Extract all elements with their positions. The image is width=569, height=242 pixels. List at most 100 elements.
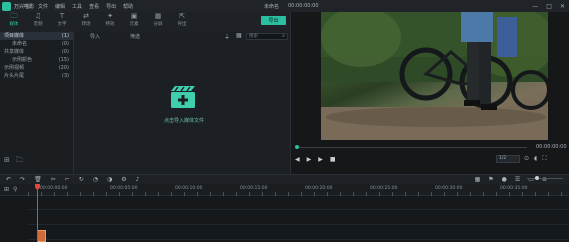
new-folder-icon[interactable]: ⊞ (4, 156, 10, 167)
library-item-sample-colors[interactable]: 示例颜色 (15) (0, 56, 73, 64)
import-dropdown[interactable]: 导入 (90, 33, 100, 40)
filter-icon[interactable]: ⏚ (224, 32, 230, 41)
playback-controls: ◀ ▶ ▶ ■ (295, 156, 336, 163)
ruler-label: 00:00:10:00 (175, 186, 203, 191)
title-bar: 万兴喵影 文件 编辑 工具 查看 导出 帮助 未命名 00:00:00:00 —… (0, 0, 569, 12)
tab-split-screen[interactable]: ▦ 分屏 (147, 12, 169, 32)
tab-transition[interactable]: ⇄ 转场 (75, 12, 97, 32)
zoom-slider-track[interactable] (527, 178, 563, 179)
rotate-icon[interactable]: ↻ (79, 176, 84, 183)
effects-icon: ✦ (107, 12, 113, 20)
export-button[interactable]: 导出 (261, 16, 286, 25)
library-item-count: (1) (61, 33, 69, 39)
tab-label: 文字 (57, 22, 67, 27)
volume-icon[interactable]: ◖ (534, 155, 537, 163)
stop-icon[interactable]: ■ (330, 156, 336, 163)
ruler-label: 00:00:00:00 (40, 186, 68, 191)
preview-tools: ⊙ ◖ ⛶ (524, 155, 546, 163)
filter-dropdown[interactable]: 筛选 (130, 33, 140, 40)
tab-media[interactable]: 🗀 媒体 (3, 12, 25, 32)
timeline-tracks[interactable] (0, 196, 569, 242)
marker-icon[interactable]: ⚑ (488, 176, 493, 183)
menu-export[interactable]: 导出 (106, 3, 116, 10)
transition-icon: ⇄ (83, 12, 89, 20)
video-track[interactable] (28, 196, 569, 210)
crop-icon[interactable]: ⌐ (65, 176, 70, 183)
minimize-icon[interactable]: — (532, 3, 538, 10)
library-item-shared-media[interactable]: 共享媒体 (0) (0, 48, 73, 56)
library-item-untitled[interactable]: 未命名 (0) (0, 40, 73, 48)
snapshot-icon[interactable]: ⊙ (524, 155, 529, 163)
tab-label: 转场 (81, 22, 91, 27)
media-view-icons: ⏚ ▦ (224, 32, 242, 41)
playback-scrubber-handle[interactable] (295, 145, 299, 149)
play-icon[interactable]: ▶ (307, 156, 312, 163)
library-item-label: 项目媒体 (4, 33, 25, 39)
timeline-clip[interactable] (37, 230, 46, 242)
delete-icon[interactable]: 🗑 (34, 176, 42, 183)
preview-quality-select[interactable]: 1/2 (496, 155, 520, 163)
tab-effects[interactable]: ✦ 特效 (99, 12, 121, 32)
media-toolbar: 🗀 媒体 ♫ 音频 T 文字 ⇄ 转场 ✦ 特效 ▣ 元素 ▦ 分屏 ⇱ 导出 (0, 12, 290, 32)
fullscreen-icon[interactable]: ⛶ (542, 155, 546, 163)
tab-export[interactable]: ⇱ 导出 (171, 12, 193, 32)
library-item-label: 片头片尾 (4, 73, 25, 79)
library-item-count: (0) (61, 49, 69, 55)
library-footer: ⊞ 🗀 (4, 156, 23, 167)
audio-icon[interactable]: ♪ (136, 176, 140, 183)
music-icon: ♫ (34, 12, 42, 20)
project-name: 未命名 (264, 3, 280, 10)
tab-label: 元素 (129, 22, 139, 27)
project-time: 00:00:00:00 (288, 3, 319, 9)
menu-view[interactable]: 查看 (89, 3, 99, 10)
ruler-label: 00:00:20:00 (305, 186, 333, 191)
menu-tools[interactable]: 工具 (72, 3, 82, 10)
import-hint[interactable]: 点击导入媒体文件 (134, 117, 234, 124)
import-media-icon[interactable] (169, 85, 197, 109)
library-item-intro-outro[interactable]: 片头片尾 (3) (0, 72, 73, 80)
library-item-project-media[interactable]: 项目媒体 (1) (0, 32, 73, 40)
undo-icon[interactable]: ↶ (6, 176, 11, 183)
video-preview[interactable] (321, 12, 548, 140)
playhead-line[interactable] (37, 184, 38, 242)
video-editor-window: 万兴喵影 文件 编辑 工具 查看 导出 帮助 未命名 00:00:00:00 —… (0, 0, 569, 242)
tab-audio[interactable]: ♫ 音频 (27, 12, 49, 32)
app-logo-icon (2, 1, 11, 11)
media-panel: 导入 筛选 ⏚ ▦ 搜索 ⌕ 点击导入媒体文件 (73, 32, 290, 174)
zoom-slider-handle[interactable] (535, 176, 539, 180)
window-controls: — □ ✕ (532, 3, 565, 10)
menu-edit[interactable]: 编辑 (55, 3, 65, 10)
link-icon[interactable]: ⚲ (13, 186, 17, 193)
grid-view-icon[interactable]: ▦ (236, 32, 242, 41)
mic-icon[interactable]: ● (502, 176, 507, 183)
video-track[interactable] (28, 211, 569, 225)
search-input[interactable]: 搜索 ⌕ (246, 33, 288, 40)
add-track-icon[interactable]: ⊞ (4, 186, 9, 193)
next-frame-icon[interactable]: ▶ (318, 156, 323, 163)
search-icon: ⌕ (282, 33, 285, 39)
adjust-icon[interactable]: ⚙ (121, 176, 126, 183)
speed-icon[interactable]: ◔ (93, 176, 98, 183)
mixer-icon[interactable]: ☰ (515, 176, 520, 183)
ruler-label: 00:00:05:00 (110, 186, 138, 191)
menu-help[interactable]: 帮助 (123, 3, 133, 10)
tab-label: 特效 (105, 22, 115, 27)
color-icon[interactable]: ◑ (107, 176, 112, 183)
previous-frame-icon[interactable]: ◀ (295, 156, 300, 163)
close-icon[interactable]: ✕ (560, 3, 565, 10)
playback-progress-track[interactable] (299, 147, 527, 148)
maximize-icon[interactable]: □ (546, 3, 552, 10)
tab-text[interactable]: T 文字 (51, 12, 73, 32)
timeline-ruler[interactable]: 00:00:00:00 00:00:05:00 00:00:10:00 00:0… (0, 184, 569, 196)
render-icon[interactable]: ▦ (475, 176, 481, 183)
folder-icon: 🗀 (10, 12, 18, 20)
folder-icon[interactable]: 🗀 (16, 156, 23, 167)
audio-track[interactable] (28, 226, 569, 240)
split-icon[interactable]: ▭ (528, 176, 534, 183)
library-item-sample-videos[interactable]: 示例视频 (20) (0, 64, 73, 72)
menu-file[interactable]: 文件 (38, 3, 48, 10)
redo-icon[interactable]: ↷ (20, 176, 25, 183)
tab-elements[interactable]: ▣ 元素 (123, 12, 145, 32)
zoom-out-icon[interactable]: ⊖ (542, 176, 547, 183)
cut-icon[interactable]: ✂ (51, 176, 56, 183)
